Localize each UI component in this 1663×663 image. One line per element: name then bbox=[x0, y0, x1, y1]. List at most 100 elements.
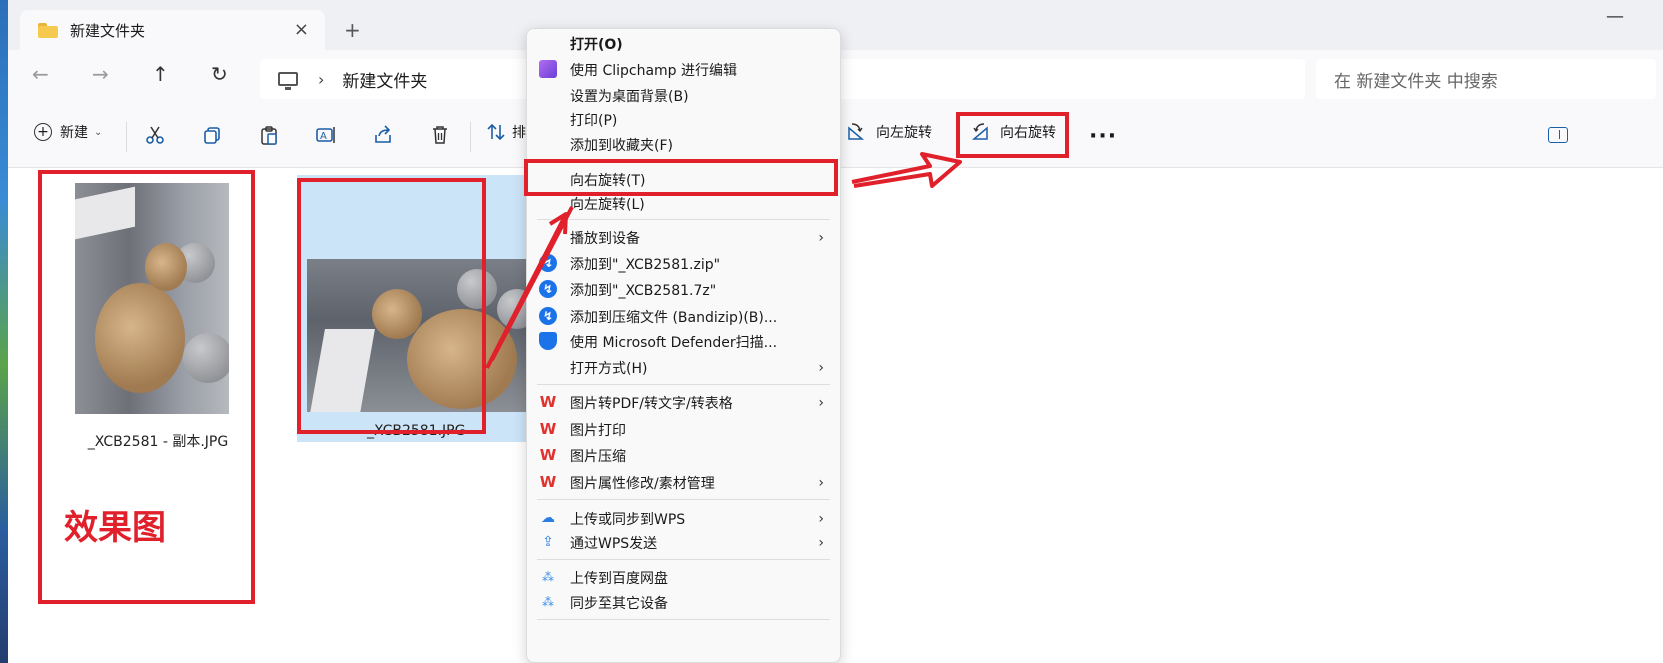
copy-icon[interactable] bbox=[200, 123, 224, 147]
menu-item-label: 使用 Microsoft Defender扫描... bbox=[570, 334, 778, 351]
annotation-effect-label: 效果图 bbox=[64, 508, 166, 548]
submenu-arrow-icon: › bbox=[818, 534, 824, 551]
chevron-down-icon: ⌄ bbox=[94, 126, 103, 138]
menu-item-label: 设置为桌面背景(B) bbox=[570, 88, 689, 105]
menu-item-set-wallpaper[interactable]: 设置为桌面背景(B) bbox=[527, 83, 840, 108]
up-arrow-icon[interactable]: ↑ bbox=[152, 62, 169, 86]
menu-item-label: 打印(P) bbox=[570, 112, 618, 129]
menu-item-open-with[interactable]: 打开方式(H) › bbox=[527, 355, 840, 380]
menu-item-cast-to-device[interactable]: 播放到设备 › bbox=[527, 225, 840, 250]
submenu-arrow-icon: › bbox=[818, 229, 824, 246]
new-button[interactable]: + 新建 ⌄ bbox=[34, 122, 102, 142]
search-placeholder: 在 新建文件夹 中搜索 bbox=[1334, 71, 1498, 92]
command-separator bbox=[470, 122, 471, 152]
menu-item-print[interactable]: 打印(P) bbox=[527, 107, 840, 132]
paste-icon[interactable] bbox=[257, 123, 281, 147]
rotate-left-label: 向左旋转 bbox=[876, 125, 932, 141]
submenu-arrow-icon: › bbox=[818, 394, 824, 411]
menu-item-label: 同步至其它设备 bbox=[570, 595, 668, 612]
menu-item-label: 通过WPS发送 bbox=[570, 535, 658, 552]
menu-item-upload-baidu[interactable]: ⁂ 上传到百度网盘 bbox=[527, 565, 840, 590]
close-tab-icon[interactable]: × bbox=[294, 19, 309, 40]
minimize-icon[interactable]: — bbox=[1606, 6, 1624, 27]
rename-icon[interactable]: A bbox=[314, 123, 338, 147]
menu-item-add-favorites[interactable]: 添加到收藏夹(F) bbox=[527, 132, 840, 157]
plus-circle-icon: + bbox=[34, 123, 52, 141]
menu-separator bbox=[537, 499, 830, 500]
rotate-left-button[interactable]: 向左旋转 bbox=[846, 122, 932, 142]
breadcrumb-folder[interactable]: 新建文件夹 bbox=[342, 67, 427, 92]
defender-shield-icon bbox=[539, 332, 557, 350]
tab-title: 新建文件夹 bbox=[70, 21, 146, 40]
sort-button[interactable]: 排 bbox=[486, 122, 526, 142]
menu-item-label: 上传或同步到WPS bbox=[570, 511, 686, 528]
sort-button-label: 排 bbox=[512, 125, 526, 141]
command-separator bbox=[126, 122, 127, 152]
menu-item-add-archive[interactable]: ↯ 添加到压缩文件 (Bandizip)(B)... bbox=[527, 304, 840, 329]
delete-icon[interactable] bbox=[428, 123, 452, 147]
menu-item-label: 上传到百度网盘 bbox=[570, 570, 668, 587]
menu-separator bbox=[537, 559, 830, 560]
bandizip-icon: ↯ bbox=[539, 280, 557, 298]
wps-icon: W bbox=[539, 473, 557, 491]
menu-item-open[interactable]: 打开(O) bbox=[527, 31, 840, 56]
menu-item-image-compress[interactable]: W 图片压缩 bbox=[527, 443, 840, 468]
baidu-cloud-icon: ⁂ bbox=[542, 570, 554, 584]
breadcrumb-chevron-icon[interactable]: › bbox=[318, 70, 324, 89]
menu-separator bbox=[537, 384, 830, 385]
menu-item-image-print[interactable]: W 图片打印 bbox=[527, 417, 840, 442]
baidu-cloud-icon: ⁂ bbox=[542, 595, 554, 609]
menu-item-send-wps[interactable]: ⇪ 通过WPS发送 › bbox=[527, 530, 840, 555]
menu-item-label: 打开方式(H) bbox=[570, 360, 648, 377]
clipchamp-icon bbox=[539, 60, 557, 78]
wps-icon: W bbox=[539, 446, 557, 464]
this-pc-icon bbox=[278, 72, 298, 90]
menu-item-add-zip[interactable]: ↯ 添加到"_XCB2581.zip" bbox=[527, 251, 840, 276]
menu-item-label: 向左旋转(L) bbox=[570, 196, 645, 213]
details-pane-icon[interactable] bbox=[1548, 127, 1568, 143]
more-options-icon[interactable]: ··· bbox=[1089, 124, 1117, 149]
menu-item-label: 添加到收藏夹(F) bbox=[570, 137, 673, 154]
menu-item-clipchamp[interactable]: 使用 Clipchamp 进行编辑 bbox=[527, 57, 840, 82]
menu-separator bbox=[537, 219, 830, 220]
menu-item-label: 打开(O) bbox=[570, 36, 623, 53]
menu-item-label: 播放到设备 bbox=[570, 230, 640, 247]
wps-icon: W bbox=[539, 393, 557, 411]
menu-item-label: 添加到压缩文件 (Bandizip)(B)... bbox=[570, 309, 778, 326]
share-icon[interactable] bbox=[371, 123, 395, 147]
cut-icon[interactable] bbox=[143, 123, 167, 147]
menu-item-sync-devices[interactable]: ⁂ 同步至其它设备 bbox=[527, 590, 840, 615]
annotation-menu-rotate-box bbox=[524, 159, 838, 196]
folder-icon bbox=[38, 22, 58, 38]
forward-arrow-icon[interactable]: → bbox=[92, 62, 109, 86]
menu-item-label: 图片属性修改/素材管理 bbox=[570, 475, 715, 492]
menu-item-label: 添加到"_XCB2581.7z" bbox=[570, 282, 717, 299]
wps-icon: W bbox=[539, 420, 557, 438]
desktop-background-strip bbox=[0, 0, 8, 663]
context-menu: 打开(O) 使用 Clipchamp 进行编辑 设置为桌面背景(B) 打印(P)… bbox=[526, 28, 841, 663]
svg-text:A: A bbox=[320, 131, 327, 142]
refresh-icon[interactable]: ↻ bbox=[211, 62, 228, 86]
menu-item-image-to-pdf[interactable]: W 图片转PDF/转文字/转表格 › bbox=[527, 390, 840, 415]
submenu-arrow-icon: › bbox=[818, 474, 824, 491]
back-arrow-icon[interactable]: ← bbox=[32, 62, 49, 86]
menu-item-label: 图片打印 bbox=[570, 422, 626, 439]
rotate-left-icon bbox=[848, 123, 865, 140]
cloud-icon: ☁ bbox=[541, 510, 555, 526]
menu-separator bbox=[537, 619, 830, 620]
bandizip-icon: ↯ bbox=[539, 254, 557, 272]
submenu-arrow-icon: › bbox=[818, 510, 824, 527]
menu-item-upload-wps[interactable]: ☁ 上传或同步到WPS › bbox=[527, 506, 840, 531]
new-tab-icon[interactable]: + bbox=[344, 18, 361, 42]
sort-icon bbox=[487, 123, 505, 141]
menu-item-defender-scan[interactable]: 使用 Microsoft Defender扫描... bbox=[527, 329, 840, 354]
search-input[interactable]: 在 新建文件夹 中搜索 bbox=[1316, 59, 1656, 99]
menu-item-label: 图片转PDF/转文字/转表格 bbox=[570, 395, 733, 412]
tab-new-folder[interactable]: 新建文件夹 × bbox=[20, 10, 325, 50]
menu-item-image-properties[interactable]: W 图片属性修改/素材管理 › bbox=[527, 470, 840, 495]
send-icon: ⇪ bbox=[542, 534, 554, 550]
menu-item-add-7z[interactable]: ↯ 添加到"_XCB2581.7z" bbox=[527, 277, 840, 302]
bandizip-icon: ↯ bbox=[539, 307, 557, 325]
menu-item-label: 使用 Clipchamp 进行编辑 bbox=[570, 62, 738, 79]
menu-item-label: 添加到"_XCB2581.zip" bbox=[570, 256, 721, 273]
